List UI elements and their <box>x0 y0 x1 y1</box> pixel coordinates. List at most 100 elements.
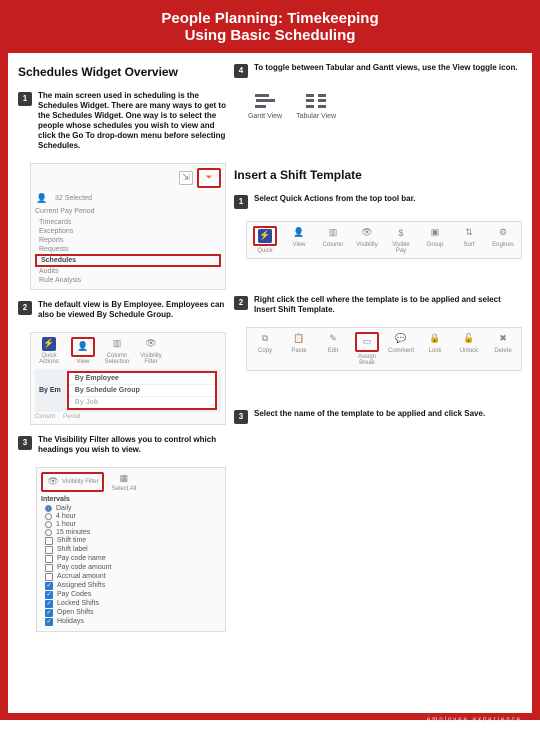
step-1: 1 The main screen used in scheduling is … <box>18 91 226 151</box>
radio-icon <box>45 513 52 520</box>
checkbox-icon <box>45 555 53 563</box>
tabular-icon <box>303 92 329 110</box>
eye-icon: 👁 <box>144 337 158 351</box>
step-number: 1 <box>234 195 248 209</box>
right-column: 4 To toggle between Tabular and Gantt vi… <box>234 63 522 713</box>
lock-icon: 🔒 <box>428 332 442 346</box>
screenshot-view-dropdown: ⚡Quick Actions 👤View ▥Column Selection 👁… <box>30 332 226 425</box>
checkbox-icon: ✓ <box>45 618 53 626</box>
columns-icon: ▥ <box>326 226 340 240</box>
id-icon: 👤 <box>76 340 90 354</box>
step-text: The Visibility Filter allows you to cont… <box>38 435 226 455</box>
goto-button-highlight: ⏷ <box>197 168 221 188</box>
doc-title: People Planning: Timekeeping Using Basic… <box>8 8 532 53</box>
group-icon: ▣ <box>428 226 442 240</box>
checkbox-icon <box>45 573 53 581</box>
opt: 1 hour <box>56 521 76 528</box>
tb-label: Group <box>427 242 444 248</box>
checkbox-icon: ✓ <box>45 591 53 599</box>
checkbox-icon <box>45 564 53 572</box>
tb-label: Edit <box>328 348 338 354</box>
eye-icon: 👁 <box>360 226 374 240</box>
document-frame: People Planning: Timekeeping Using Basic… <box>0 0 540 720</box>
tb-label: Quick <box>257 248 272 254</box>
checkbox-icon <box>45 537 53 545</box>
tb-label: Assign Break <box>353 354 381 366</box>
radio-icon <box>45 529 52 536</box>
selected-count: 32 Selected <box>55 195 92 202</box>
columns-icon: ▥ <box>110 337 124 351</box>
checkbox-icon: ✓ <box>45 600 53 608</box>
select-all-icon: ▦ <box>117 472 131 486</box>
tb-label: Lock <box>429 348 442 354</box>
view-toggle-illustration: Gantt View Tabular View <box>248 92 522 120</box>
screenshot-context-toolbar: ⧉Copy 📋Paste ✎Edit ▭Assign Break 💬Commen… <box>246 327 522 371</box>
radio-icon <box>45 505 52 512</box>
dropdown-option: By Employee <box>69 373 215 384</box>
tb-label: Sort <box>463 242 474 248</box>
opt: Holidays <box>57 618 84 625</box>
vf-label: Visibility Filter <box>62 479 99 485</box>
by-employee-header: By Em By Employee By Schedule Group By J… <box>35 369 221 412</box>
sort-icon: ⇅ <box>462 226 476 240</box>
step-number: 2 <box>18 301 32 315</box>
menu-item: Rule Analysis <box>35 276 221 285</box>
section-heading-overview: Schedules Widget Overview <box>18 65 226 79</box>
step-number: 3 <box>234 410 248 424</box>
gantt-icon <box>252 92 278 110</box>
bolt-icon: ⚡ <box>42 337 56 351</box>
view-dropdown: By Employee By Schedule Group By Job <box>67 371 217 410</box>
step-number: 2 <box>234 296 248 310</box>
tb-label: Column Selection <box>103 353 131 365</box>
copy-icon: ⧉ <box>258 332 272 346</box>
menu-item: Audits <box>35 267 221 276</box>
visibility-filter-highlight: 👁 Visibility Filter <box>41 472 104 492</box>
step-text: Select the name of the template to be ap… <box>254 409 485 424</box>
tb-label: Comment <box>388 348 414 354</box>
tb-label: Visible Pay <box>387 242 415 254</box>
template-icon: ▭ <box>360 335 374 349</box>
schedules-toolbar: ⚡Quick Actions 👤View ▥Column Selection 👁… <box>35 337 221 365</box>
dropdown-option-dim: By Job <box>69 396 215 408</box>
step-text: To toggle between Tabular and Gantt view… <box>254 63 518 78</box>
eye-icon: 👁 <box>46 475 60 489</box>
opt: Open Shifts <box>57 609 94 616</box>
tb-label: Paste <box>291 348 306 354</box>
menu-item: Timecards <box>35 218 221 227</box>
step-number: 1 <box>18 92 32 106</box>
checkbox-icon: ✓ <box>45 609 53 617</box>
select-all-label: Select All <box>112 486 137 492</box>
left-column: Schedules Widget Overview 1 The main scr… <box>18 63 226 713</box>
dropdown-option: By Schedule Group <box>69 384 215 396</box>
screenshot-goto-menu: ⇲ ⏷ 👤 32 Selected Current Pay Period Tim… <box>30 163 226 290</box>
screenshot-quick-actions: ⚡Quick 👤View ▥Column 👁Visibility $Visibl… <box>246 221 522 259</box>
footer: employee experience ONEUMMS <box>8 713 532 734</box>
pay-period-label: Current Pay Period <box>35 208 221 215</box>
delete-icon: ✖ <box>496 332 510 346</box>
paste-icon: 📋 <box>292 332 306 346</box>
opt: Locked Shifts <box>57 600 99 607</box>
period-chip: Period <box>63 414 80 420</box>
title-line-2: Using Basic Scheduling <box>8 27 532 44</box>
menu-item: Reports <box>35 236 221 245</box>
checkbox-icon <box>45 546 53 554</box>
opt: Assigned Shifts <box>57 582 105 589</box>
step-number: 4 <box>234 64 248 78</box>
goto-menu-list: Timecards Exceptions Reports Requests Sc… <box>35 218 221 285</box>
step-4: 4 To toggle between Tabular and Gantt vi… <box>234 63 522 78</box>
tb-label: View <box>293 242 306 248</box>
screenshot-visibility-filter: 👁 Visibility Filter ▦ Select All Interva… <box>36 467 226 632</box>
opt: Accrual amount <box>57 573 106 580</box>
tb-label: Visibility <box>356 242 378 248</box>
step-number: 3 <box>18 436 32 450</box>
brand-left: ONE <box>466 723 489 734</box>
tb-label: Copy <box>258 348 272 354</box>
panel-label: By Em <box>39 387 61 394</box>
footer-brand: ONEUMMS <box>466 723 522 734</box>
step-text: Right click the cell where the template … <box>254 295 522 315</box>
opt: Pay code amount <box>57 564 111 571</box>
step-text: The default view is By Employee. Employe… <box>38 300 226 320</box>
unlock-icon: 🔓 <box>462 332 476 346</box>
export-icon: ⇲ <box>179 171 193 185</box>
edit-icon: ✎ <box>326 332 340 346</box>
